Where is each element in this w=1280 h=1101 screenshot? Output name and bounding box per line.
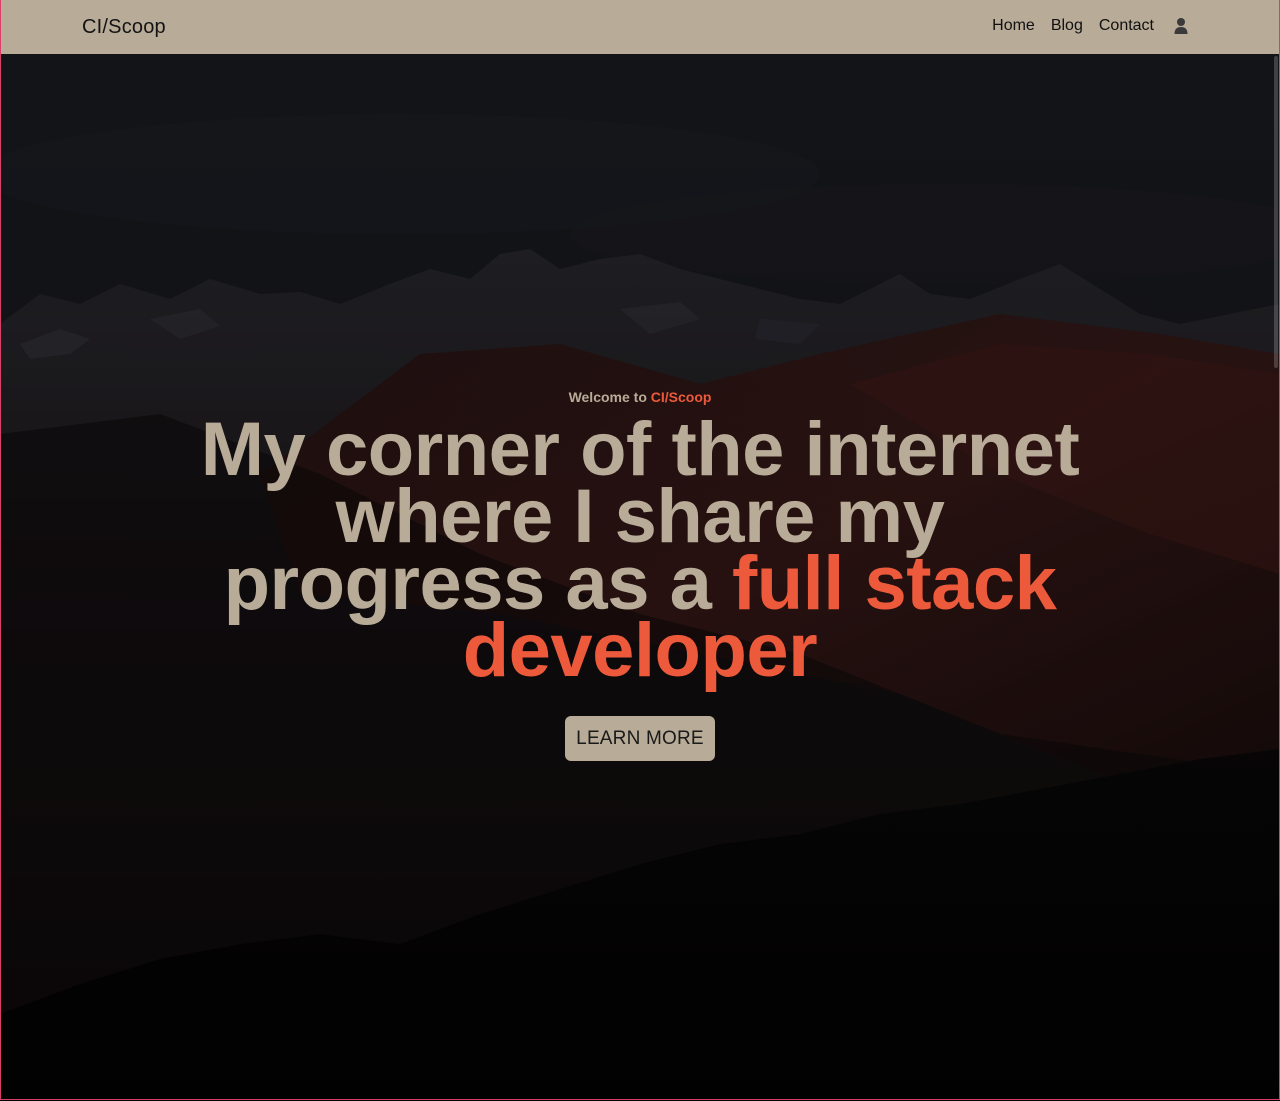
hero-section: Welcome to CI/Scoop My corner of the int… [0, 54, 1280, 1101]
learn-more-button[interactable]: LEARN MORE [565, 716, 715, 761]
welcome-brand-accent: CI/Scoop [650, 389, 712, 405]
brand-logo-link[interactable]: CI/Scoop [82, 15, 166, 39]
nav-link-home[interactable]: Home [992, 16, 1035, 36]
nav-links: Home Blog Contact [992, 16, 1188, 36]
hero-headline: My corner of the internet where I share … [190, 412, 1090, 689]
top-navbar: CI/Scoop Home Blog Contact [0, 0, 1280, 54]
nav-link-blog[interactable]: Blog [1051, 16, 1083, 36]
nav-link-contact[interactable]: Contact [1099, 16, 1154, 36]
user-icon[interactable] [1174, 17, 1188, 35]
welcome-tagline: Welcome to CI/Scoop [0, 388, 1280, 406]
welcome-prefix: Welcome to [568, 389, 651, 405]
page-scrollbar[interactable] [1274, 56, 1278, 368]
user-icon-glyph [1174, 18, 1188, 34]
